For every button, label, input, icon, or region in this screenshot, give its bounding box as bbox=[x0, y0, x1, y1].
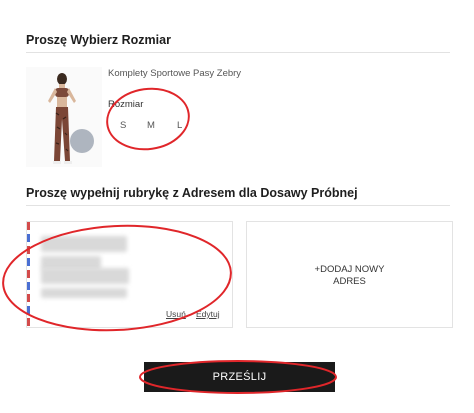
remove-address-link[interactable]: Usuń bbox=[166, 309, 186, 319]
redacted-address-line bbox=[41, 268, 129, 284]
product-image bbox=[26, 67, 102, 167]
annotation-overlay bbox=[2, 87, 337, 394]
airmail-stripe bbox=[27, 222, 30, 327]
annotation-circle-size bbox=[106, 87, 190, 151]
redacted-address-line bbox=[41, 288, 127, 298]
product-photo-illustration bbox=[26, 67, 102, 167]
size-label: Rozmiar bbox=[108, 99, 144, 110]
add-new-address-label: +DODAJ NOWY ADRES bbox=[314, 264, 385, 287]
address-section-title: Proszę wypełnij rubrykę z Adresem dla Do… bbox=[26, 186, 358, 200]
size-option-m[interactable]: M bbox=[147, 120, 155, 131]
size-option-s[interactable]: S bbox=[120, 120, 126, 131]
size-option-l[interactable]: L bbox=[177, 120, 182, 131]
edit-address-link[interactable]: Edytuj bbox=[196, 309, 220, 319]
submit-label: PRZEŚLIJ bbox=[212, 371, 267, 383]
submit-button[interactable]: PRZEŚLIJ bbox=[144, 362, 335, 392]
redacted-address-line bbox=[41, 236, 127, 252]
divider bbox=[26, 52, 450, 53]
size-section-title: Proszę Wybierz Rozmiar bbox=[26, 33, 171, 47]
add-new-address-card[interactable]: +DODAJ NOWY ADRES bbox=[246, 221, 453, 328]
divider bbox=[26, 205, 450, 206]
product-name: Komplety Sportowe Pasy Zebry bbox=[108, 68, 242, 79]
